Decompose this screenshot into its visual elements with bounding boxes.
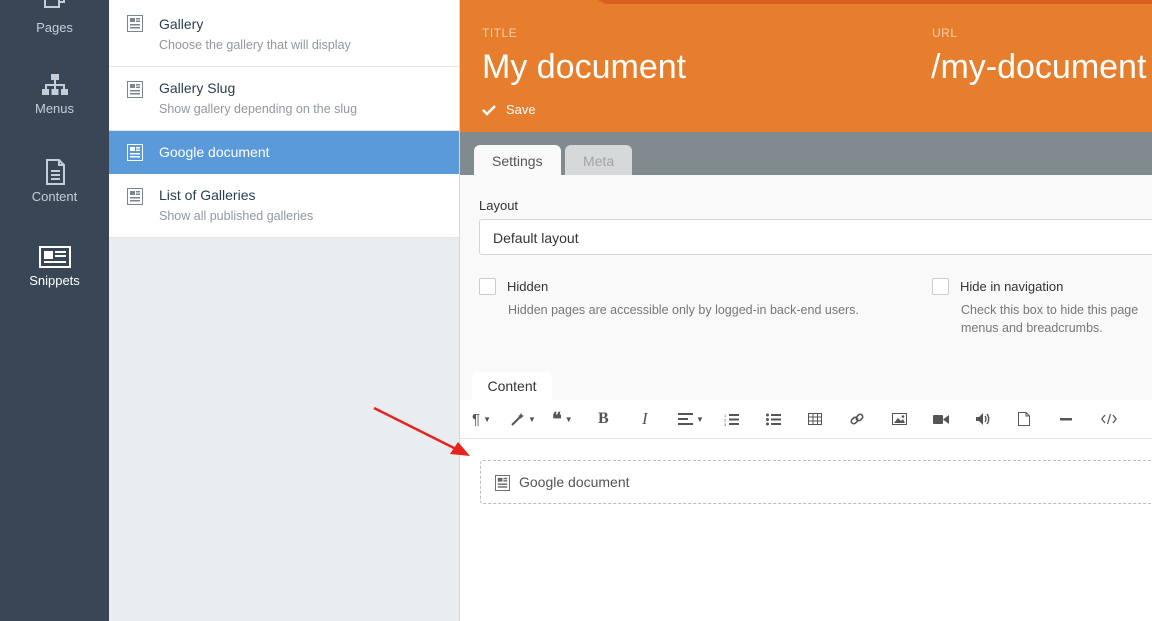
tab-meta[interactable]: Meta	[565, 145, 633, 175]
align-button[interactable]: ▼	[678, 409, 704, 429]
video-button[interactable]	[933, 409, 949, 429]
layout-select-value: Default layout	[493, 230, 579, 246]
italic-button[interactable]: I	[642, 409, 648, 429]
nav-label: Pages	[36, 20, 73, 35]
snippets-icon	[38, 246, 71, 268]
rich-text-editor: ¶ ▼ ▼ ❝ ▼ B I ▼ 123 Google document	[460, 400, 1152, 621]
hidden-label: Hidden	[507, 279, 549, 294]
nav-item-content[interactable]: Content	[0, 159, 109, 204]
hidden-help-text: Hidden pages are accessible only by logg…	[508, 303, 859, 317]
nav-item-menus[interactable]: Menus	[0, 73, 109, 116]
snippet-description: Show all published galleries	[159, 209, 314, 223]
image-icon	[892, 413, 907, 425]
chevron-down-icon: ▼	[483, 414, 491, 424]
snippet-icon	[127, 81, 143, 98]
snippet-title: List of Galleries	[159, 187, 256, 203]
snippet-item-gallery[interactable]: Gallery Choose the gallery that will dis…	[109, 0, 459, 67]
settings-form: Layout Default layout Hidden Hidden page…	[460, 175, 1152, 621]
audio-button[interactable]	[976, 409, 990, 429]
svg-text:3: 3	[724, 422, 727, 426]
header-notch	[598, 0, 606, 4]
snippet-description: Choose the gallery that will display	[159, 38, 351, 52]
table-icon	[808, 413, 822, 425]
unordered-list-icon	[766, 413, 781, 425]
snippet-icon	[127, 188, 143, 205]
snippet-list-panel: Gallery Choose the gallery that will dis…	[109, 0, 460, 621]
ordered-list-icon: 123	[724, 413, 739, 426]
hide-in-navigation-help-2: menus and breadcrumbs.	[961, 321, 1103, 335]
nav-item-pages[interactable]: Pages	[0, 0, 109, 35]
ordered-list-button[interactable]: 123	[724, 409, 739, 429]
bold-icon: B	[598, 410, 609, 427]
file-icon	[1018, 412, 1030, 426]
snippet-title: Google document	[159, 144, 270, 160]
tab-content[interactable]: Content	[472, 372, 552, 400]
nav-label: Content	[31, 189, 78, 204]
snippet-block-label: Google document	[519, 474, 630, 490]
image-button[interactable]	[892, 409, 907, 429]
layout-select[interactable]: Default layout	[479, 219, 1152, 255]
nav-label: Snippets	[29, 273, 80, 288]
video-camera-icon	[933, 414, 949, 424]
title-input[interactable]: My document	[482, 48, 686, 87]
layout-label: Layout	[479, 198, 519, 213]
pages-icon	[43, 0, 65, 8]
snippet-item-list-of-galleries[interactable]: List of Galleries Show all published gal…	[109, 174, 459, 238]
menus-icon	[41, 74, 68, 95]
snippet-item-gallery-slug[interactable]: Gallery Slug Show gallery depending on t…	[109, 67, 459, 131]
url-input[interactable]: /my-document	[931, 48, 1146, 87]
hide-in-navigation-label: Hide in navigation	[960, 279, 1064, 294]
save-label: Save	[506, 102, 536, 117]
page-header: TITLE My document URL /my-document Save	[460, 0, 1152, 132]
snippet-icon	[127, 144, 143, 161]
code-icon	[1101, 413, 1117, 425]
snippet-item-google-document[interactable]: Google document	[109, 131, 459, 175]
main-editor-area: TITLE My document URL /my-document Save …	[460, 0, 1152, 621]
hide-in-navigation-checkbox[interactable]	[932, 278, 949, 295]
annotation-arrow	[373, 406, 470, 456]
horizontal-rule-icon	[1060, 418, 1072, 421]
file-button[interactable]	[1018, 409, 1030, 429]
magic-style-button[interactable]: ▼	[511, 409, 536, 429]
snippet-title: Gallery Slug	[159, 80, 236, 96]
quote-icon: ❝	[552, 408, 562, 429]
link-button[interactable]	[850, 409, 864, 429]
snippet-description: Show gallery depending on the slug	[159, 102, 358, 116]
code-view-button[interactable]	[1101, 409, 1117, 429]
hide-in-navigation-help-1: Check this box to hide this page	[961, 303, 1139, 317]
editor-toolbar: ¶ ▼ ▼ ❝ ▼ B I ▼ 123	[460, 400, 1152, 439]
link-icon	[850, 413, 864, 425]
save-button[interactable]: Save	[482, 102, 536, 117]
left-navigation: Pages Menus Content Snippets	[0, 0, 109, 621]
unordered-list-button[interactable]	[766, 409, 781, 429]
header-top-bar	[606, 0, 1152, 4]
url-label: URL	[932, 26, 958, 40]
magic-wand-icon	[511, 413, 524, 426]
table-button[interactable]	[808, 409, 822, 429]
tab-settings[interactable]: Settings	[474, 145, 561, 175]
title-label: TITLE	[482, 26, 518, 40]
tab-bar: Settings Meta	[460, 132, 1152, 175]
chevron-down-icon: ▼	[564, 414, 573, 424]
chevron-down-icon: ▼	[696, 414, 704, 424]
snippet-title: Gallery	[159, 16, 204, 32]
nav-label: Menus	[34, 101, 75, 116]
bold-button[interactable]: B	[598, 409, 609, 429]
snippet-icon	[127, 15, 143, 32]
inserted-snippet-block[interactable]: Google document	[480, 460, 1152, 504]
align-icon	[678, 413, 693, 425]
chevron-down-icon: ▼	[528, 414, 536, 424]
italic-icon: I	[642, 409, 648, 428]
content-icon	[45, 159, 65, 185]
quote-button[interactable]: ❝ ▼	[552, 409, 573, 429]
hidden-checkbox[interactable]	[479, 278, 496, 295]
check-icon	[482, 104, 496, 116]
speaker-icon	[976, 413, 990, 425]
nav-item-snippets[interactable]: Snippets	[0, 245, 109, 288]
snippet-icon	[495, 475, 510, 491]
horizontal-rule-button[interactable]	[1060, 409, 1072, 429]
